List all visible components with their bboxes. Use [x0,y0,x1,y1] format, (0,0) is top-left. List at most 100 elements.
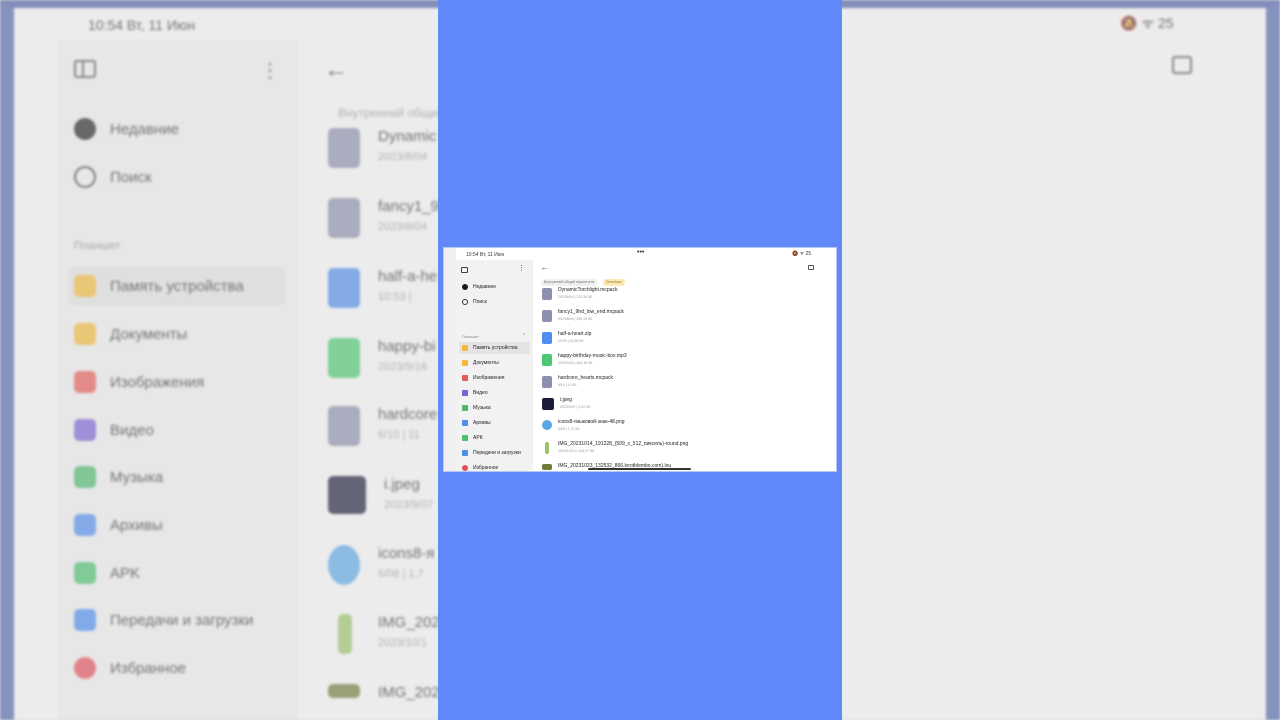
sidebar-item-label: APK [473,435,484,441]
bg-status-time: 10:54 Вт, 11 Июн [88,17,196,33]
new-folder-icon[interactable] [808,265,814,270]
sidebar-item-label: Передачи и загрузки [473,450,521,456]
bg-pack-file-icon [328,198,360,238]
bg-file-meta: 10:53 | [378,291,412,303]
file-row[interactable]: icons8-языковой-знак-48.png 6/08 | 1,72 К… [542,419,625,437]
image-thumb-icon [542,398,554,410]
bg-file-row: fancy1_9 2023/8/04 [328,198,439,238]
landscape-thumb-icon [542,464,552,470]
bg-sidebar-item: APK [74,562,140,584]
bg-sidebar-recent-label: Недавние [110,120,179,138]
bg-file-meta: 6/10 | 11 [378,429,420,441]
bg-sidebar-item: Изображения [74,371,204,393]
sidebar-item-transfers[interactable]: Передачи и загрузки [462,447,521,459]
bg-apk-icon [74,562,96,584]
transfer-icon [462,450,468,456]
bg-archive-icon [74,514,96,536]
bg-file-name: icons8-я [378,545,435,562]
file-row[interactable]: happy-birthday-music-box.mp3 2023/9/16 | … [542,353,627,371]
pack-file-icon [542,376,552,388]
bottom-gesture-bar[interactable] [588,468,691,470]
bg-file-meta: 2023/8/04 [378,221,427,233]
more-options-icon[interactable]: ⋮ [518,264,525,272]
sidebar-item-recent[interactable]: Недавние [462,281,496,293]
bg-file-row: happy-bi 2023/9/16 [328,338,436,378]
sidebar-item-label: Избранное [473,465,499,471]
file-row[interactable]: hardcore_hearts.mcpack 6/10 | 11 КБ [542,375,613,393]
bg-file-row: icons8-я 6/08 | 1,7 [328,545,434,585]
chevron-up-icon[interactable]: ⌃ [522,333,526,339]
bg-status-icons: 🔕 ᯤ 25 [1120,15,1174,31]
back-arrow-icon[interactable]: ← [540,262,549,272]
file-list-pane: ← Внутренний общий накопитель Download D… [533,260,836,471]
file-meta: 6/10 | 11 КБ [558,383,577,387]
breadcrumb-root[interactable]: Внутренний общий накопитель [541,279,598,286]
file-row[interactable]: IMG_20231014_191228_(509_x_512_пиксель)-… [542,441,688,459]
window-handle-icon[interactable]: ••• [637,249,644,256]
sidebar-item-archives[interactable]: Архивы [462,417,491,429]
bg-pack-file-icon [328,128,360,168]
file-name: IMG_20231014_191228_(509_x_512_пиксель)-… [558,441,689,447]
archive-icon [462,420,468,426]
file-meta: 10:53 | 18,56 КБ [558,339,584,343]
png-file-icon [542,420,552,430]
bg-clock-icon [74,118,96,140]
bg-file-row: Dynamic 2023/8/04 [328,128,436,168]
sidebar-item-apk[interactable]: APK [462,432,483,444]
bg-file-name: happy-bi [378,338,436,355]
bg-sidebar-toggle-icon [74,60,96,78]
bg-file-meta: 2023/10/1 [378,637,427,649]
bg-file-row: IMG_202 2023/10/1 [328,614,440,654]
zip-file-icon [542,332,552,344]
sidebar-item-search[interactable]: Поиск [462,296,487,308]
sidebar-item-music[interactable]: Музыка [462,402,491,414]
file-name: hardcore_hearts.mcpack [558,375,614,381]
bg-file-meta: 2023/8/04 [378,151,427,163]
sidebar-item-documents[interactable]: Документы [462,357,499,369]
bg-sidebar-item: Видео [74,419,154,441]
sidebar-item-video[interactable]: Видео [462,387,488,399]
sidebar-toggle-icon[interactable] [461,267,468,273]
sidebar-item-label: Недавние [473,284,496,290]
bg-music-icon [74,466,96,488]
sidebar-item-label: Видео [473,390,488,396]
bg-sidebar-item: Передачи и загрузки [74,609,253,631]
bg-sidebar-item: Избранное [74,657,186,679]
status-time: 10:54 Вт, 11 Июн [466,252,505,258]
sidebar-item-device-storage[interactable]: Память устройства [459,342,530,354]
bg-breadcrumb: Внутренний общий н [338,106,455,120]
bg-video-icon [74,419,96,441]
file-row[interactable]: DynamicTorchlight.mcpack 2023/8/04 | 702,… [542,287,617,305]
breadcrumb-current[interactable]: Download [603,279,625,286]
bg-file-name: IMG_202 [378,614,440,631]
file-row[interactable]: i.jpeg 2023/9/07 | 3,92 КБ [542,397,591,415]
bg-file-row: i.jpeg 2023/9/07 [328,476,433,514]
file-name: happy-birthday-music-box.mp3 [558,353,627,359]
clock-icon [462,284,468,290]
file-row[interactable]: half-a-heart.zip 10:53 | 18,56 КБ [542,331,591,349]
bg-plant-thumb-icon [338,614,352,654]
bg-new-folder-icon [1172,56,1192,74]
sidebar-item-favorites[interactable]: Избранное [462,462,499,471]
file-meta: 2023/8/04 | 356,13 КБ [558,317,593,321]
bg-file-name: i.jpeg [384,476,420,493]
bg-file-meta: 2023/9/16 [378,361,427,373]
folder-icon [462,345,468,351]
bg-back-icon: ← [324,56,348,83]
bg-search-icon [74,166,96,188]
music-icon [462,405,468,411]
bg-file-name: fancy1_9 [378,198,439,215]
video-icon [462,390,468,396]
apk-icon [462,435,468,441]
file-row[interactable]: fancy1_9hd_low_end.mcpack 2023/8/04 | 356… [542,309,624,327]
bg-sidebar-item: Архивы [74,514,163,536]
bg-item-label: Документы [110,325,188,343]
document-icon [462,360,468,366]
sidebar-item-images[interactable]: Изображения [462,372,504,384]
sidebar-item-label: Поиск [473,299,487,305]
sidebar-item-label: Изображения [473,375,505,381]
sidebar: ⋮ Недавние Поиск Планшет ⌃ Память устрой… [456,260,533,471]
file-name: half-a-heart.zip [558,331,592,337]
sidebar-item-label: Документы [473,360,499,366]
sidebar-item-label: Архивы [473,420,491,426]
